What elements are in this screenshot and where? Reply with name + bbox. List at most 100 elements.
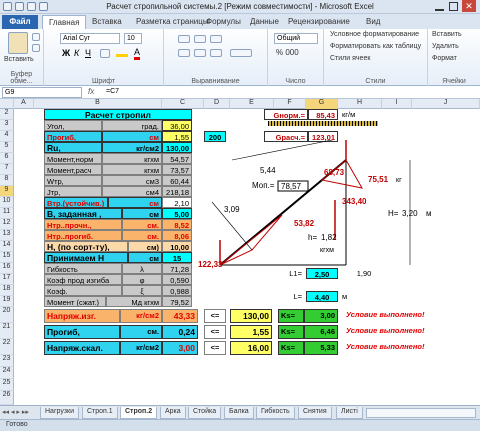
row-header[interactable]: 22 xyxy=(0,339,14,355)
cell-styles-button[interactable]: Стили ячеек xyxy=(330,55,370,62)
ru-value[interactable]: 130,00 xyxy=(162,142,192,153)
force-d-text: 53,82 xyxy=(294,219,315,228)
row-header[interactable]: 12 xyxy=(0,219,14,230)
merge-icon[interactable] xyxy=(230,49,252,57)
col-g[interactable]: G xyxy=(306,99,338,109)
bold-icon[interactable]: Ж xyxy=(62,48,70,58)
sheet-tab[interactable]: Нагрузки xyxy=(40,407,79,419)
font-size-select[interactable]: 10 xyxy=(124,33,142,44)
fx-icon[interactable]: fx xyxy=(88,87,94,96)
row-header[interactable]: 14 xyxy=(0,241,14,252)
row-header[interactable]: 7 xyxy=(0,164,14,175)
paste-button[interactable]: Вставить xyxy=(4,56,34,63)
delete-cells-button[interactable]: Удалить xyxy=(432,43,459,50)
row-header[interactable]: 25 xyxy=(0,379,14,391)
sheet-tab[interactable]: Арка xyxy=(160,407,186,419)
row-header[interactable]: 13 xyxy=(0,230,14,241)
select-all[interactable] xyxy=(0,99,14,109)
row-header[interactable]: 8 xyxy=(0,175,14,186)
col-j[interactable]: J xyxy=(412,99,480,109)
row-header[interactable]: 16 xyxy=(0,263,14,274)
row-header[interactable]: 5 xyxy=(0,142,14,153)
col-i[interactable]: I xyxy=(382,99,412,109)
flex-sym: λ xyxy=(122,263,162,274)
copy-icon[interactable] xyxy=(32,44,40,52)
align-middle-icon[interactable] xyxy=(194,35,206,43)
tab-scroll-icons[interactable]: ◂◂ ◂ ▸ ▸▸ xyxy=(2,408,29,416)
col-e[interactable]: E xyxy=(230,99,274,109)
font-color-icon[interactable]: A xyxy=(134,47,141,60)
sheet-tab[interactable]: Снятия xyxy=(298,407,332,419)
name-box[interactable]: G9 xyxy=(2,87,82,98)
sheet-tab[interactable]: Гибкость xyxy=(256,407,295,419)
mop-value-text: 78,57 xyxy=(281,182,302,191)
align-right-icon[interactable] xyxy=(210,49,222,57)
angle-label: Угол, xyxy=(44,120,102,131)
sheet-tab[interactable]: Стойка xyxy=(188,407,222,419)
sheet-tab[interactable]: Балка xyxy=(224,407,254,419)
row-header[interactable]: 9 xyxy=(0,186,14,197)
tab-data[interactable]: Данные xyxy=(244,15,285,29)
fill-color-icon[interactable] xyxy=(116,50,128,57)
sheet-tab[interactable]: Листі xyxy=(336,407,363,419)
row-header[interactable]: 10 xyxy=(0,197,14,208)
l-value[interactable]: 4,40 xyxy=(306,291,338,302)
paste-icon[interactable] xyxy=(8,32,28,54)
horizontal-scrollbar[interactable] xyxy=(366,408,476,418)
angle-value[interactable]: 36,00 xyxy=(162,120,192,131)
row-header[interactable]: 11 xyxy=(0,208,14,219)
col-f[interactable]: F xyxy=(274,99,306,109)
number-format-select[interactable]: Общий xyxy=(274,33,318,44)
wrap-text-icon[interactable] xyxy=(210,35,222,43)
col-h[interactable]: H xyxy=(338,99,382,109)
row-header[interactable]: 4 xyxy=(0,131,14,142)
tab-view[interactable]: Вид xyxy=(360,15,386,29)
l1-value[interactable]: 2,50 xyxy=(306,268,338,279)
align-left-icon[interactable] xyxy=(178,49,190,57)
row-header[interactable]: 17 xyxy=(0,274,14,285)
deflection-value[interactable]: 1,55 xyxy=(162,131,192,142)
close-icon[interactable]: ✕ xyxy=(462,0,476,12)
maximize-icon[interactable] xyxy=(449,2,458,11)
col-c[interactable]: C xyxy=(162,99,204,109)
col-b[interactable]: B xyxy=(34,99,162,109)
row-header[interactable]: 2 xyxy=(0,109,14,120)
row-header[interactable]: 20 xyxy=(0,307,14,323)
tab-home[interactable]: Главная xyxy=(42,15,87,29)
italic-icon[interactable]: К xyxy=(74,48,79,58)
tab-file[interactable]: Файл xyxy=(2,15,38,29)
styles-group-label: Стили xyxy=(365,78,386,85)
row-header[interactable]: 19 xyxy=(0,296,14,307)
accept-value[interactable]: 15 xyxy=(162,252,192,263)
row-header[interactable]: 24 xyxy=(0,367,14,379)
row-header[interactable]: 15 xyxy=(0,252,14,263)
align-top-icon[interactable] xyxy=(178,35,190,43)
tab-formulas[interactable]: Формулы xyxy=(200,15,247,29)
row-header[interactable]: 6 xyxy=(0,153,14,164)
row-header[interactable]: 21 xyxy=(0,323,14,339)
format-cells-button[interactable]: Формат xyxy=(432,55,457,62)
row-header[interactable]: 26 xyxy=(0,391,14,405)
formula-input[interactable]: =C7 xyxy=(104,87,476,98)
percent-icon[interactable]: % 000 xyxy=(276,48,299,57)
tab-review[interactable]: Рецензирование xyxy=(282,15,356,29)
row-header[interactable]: 23 xyxy=(0,355,14,367)
sheet-tab-active[interactable]: Строп.2 xyxy=(120,407,158,419)
font-name-select[interactable]: Arial Cyr xyxy=(60,33,120,44)
underline-icon[interactable]: Ч xyxy=(85,48,91,58)
b-value[interactable]: 5,00 xyxy=(162,208,192,219)
tab-insert[interactable]: Вставка xyxy=(86,15,128,29)
borders-icon[interactable] xyxy=(100,49,110,58)
format-table-button[interactable]: Форматировать как таблицу xyxy=(330,43,421,50)
sheet-tab[interactable]: Строп.1 xyxy=(82,407,118,419)
moment-calc-unit: кгхм xyxy=(102,164,162,175)
col-d[interactable]: D xyxy=(204,99,230,109)
minimize-icon[interactable] xyxy=(435,2,444,11)
row-header[interactable]: 3 xyxy=(0,120,14,131)
cut-icon[interactable] xyxy=(32,33,40,41)
conditional-format-button[interactable]: Условное форматирование xyxy=(330,31,419,38)
align-center-icon[interactable] xyxy=(194,49,206,57)
row-header[interactable]: 18 xyxy=(0,285,14,296)
insert-cells-button[interactable]: Вставить xyxy=(432,31,462,38)
col-a[interactable]: A xyxy=(14,99,34,109)
